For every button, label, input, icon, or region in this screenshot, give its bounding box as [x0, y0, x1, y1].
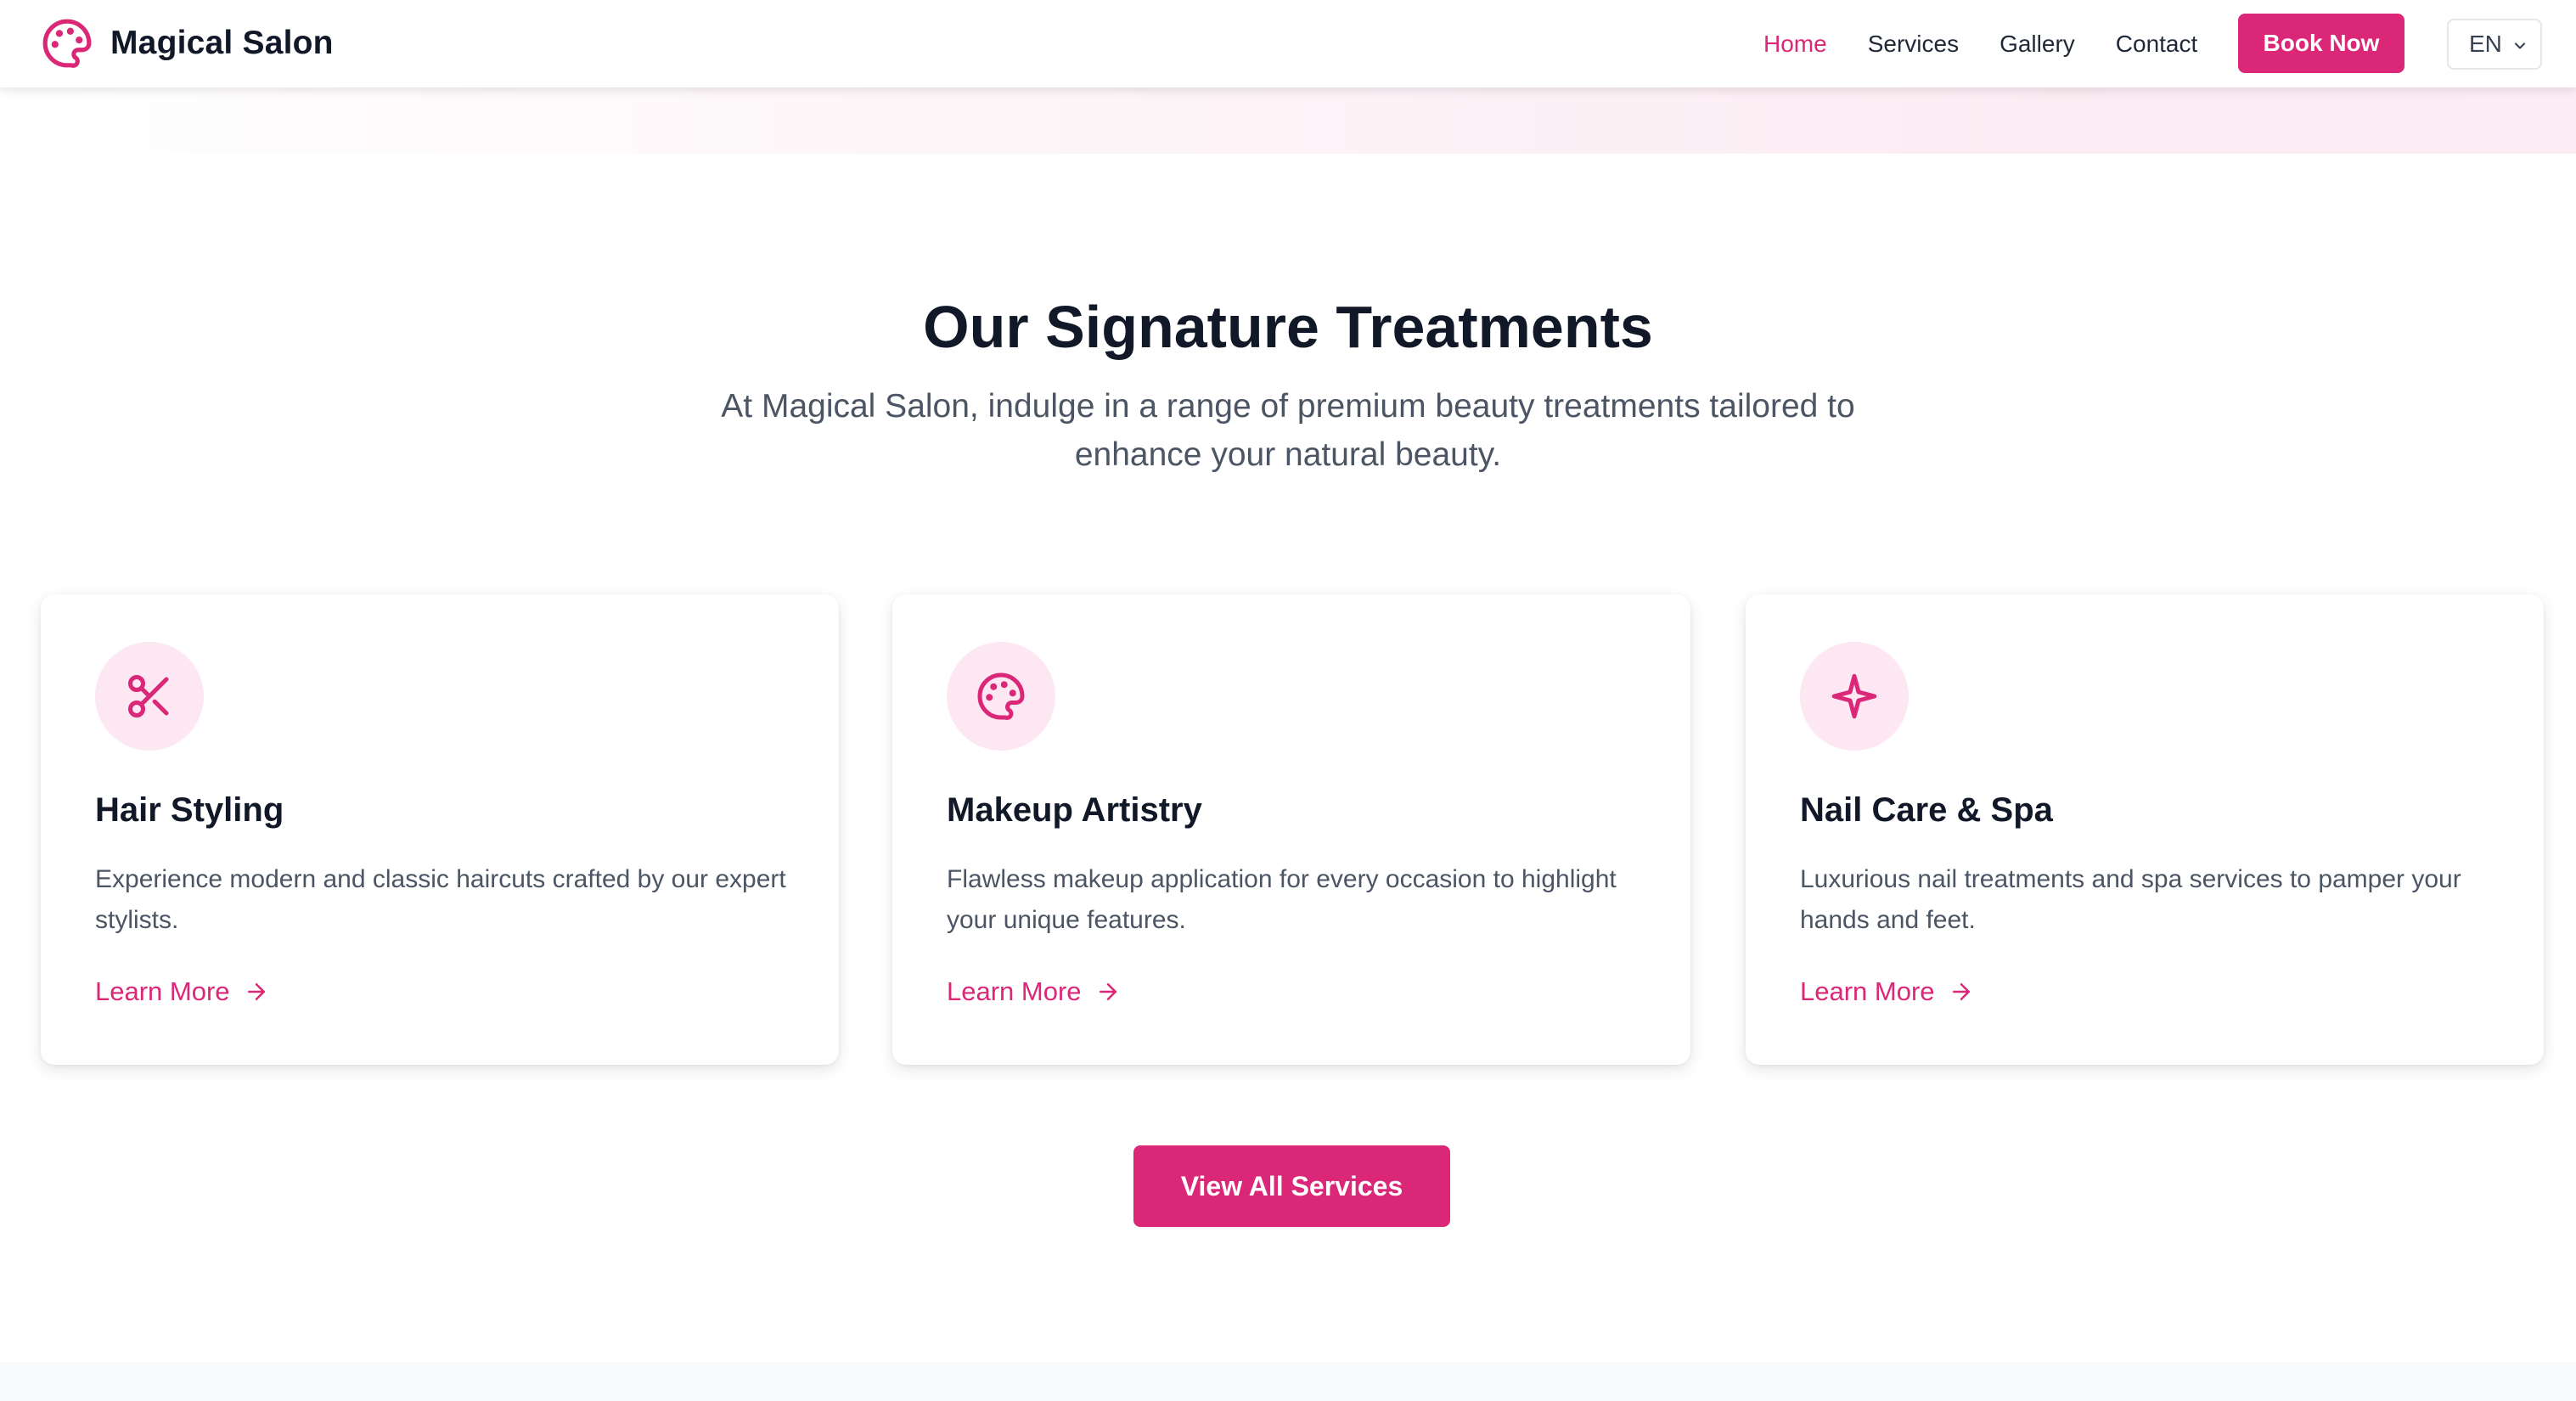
service-card-nail-care-spa: Nail Care & Spa Luxurious nail treatment…: [1746, 594, 2544, 1065]
chevron-down-icon: [2514, 42, 2526, 49]
site-header: Magical Salon Home Services Gallery Cont…: [0, 0, 2576, 87]
next-section-edge: [0, 1362, 2576, 1401]
palette-icon: [977, 672, 1025, 720]
arrow-right-icon: [1099, 983, 1116, 1000]
book-now-button[interactable]: Book Now: [2238, 14, 2404, 73]
service-card-makeup-artistry: Makeup Artistry Flawless makeup applicat…: [892, 594, 1690, 1065]
nav-link-gallery[interactable]: Gallery: [1999, 31, 2075, 58]
nav-link-home[interactable]: Home: [1763, 31, 1827, 58]
service-icon-badge: [1800, 642, 1909, 751]
language-select[interactable]: EN: [2447, 19, 2542, 70]
service-icon-badge: [95, 642, 204, 751]
logo[interactable]: Magical Salon: [41, 17, 334, 70]
learn-more-label: Learn More: [947, 976, 1082, 1006]
learn-more-link[interactable]: Learn More: [1800, 973, 1974, 1010]
service-icon-badge: [947, 642, 1055, 751]
view-all-services-button[interactable]: View All Services: [1133, 1145, 1450, 1227]
service-title: Hair Styling: [95, 791, 284, 829]
nav-link-contact[interactable]: Contact: [2116, 31, 2198, 58]
hero-gradient-strip: [0, 87, 2576, 154]
service-card-hair-styling: Hair Styling Experience modern and class…: [41, 594, 839, 1065]
scissors-icon: [128, 675, 169, 717]
section-title: Our Signature Treatments: [923, 294, 1653, 360]
service-title: Makeup Artistry: [947, 791, 1202, 829]
language-value: EN: [2469, 31, 2502, 57]
main-nav: Home Services Gallery Contact: [1763, 0, 2197, 87]
arrow-right-icon: [247, 983, 265, 1000]
page: Magical Salon Home Services Gallery Cont…: [0, 0, 2576, 1401]
brand-name: Magical Salon: [110, 25, 334, 61]
learn-more-link[interactable]: Learn More: [947, 973, 1121, 1010]
section-subtitle: At Magical Salon, indulge in a range of …: [721, 388, 1855, 473]
service-description: Flawless makeup application for every oc…: [947, 865, 1617, 934]
service-description: Luxurious nail treatments and spa servic…: [1800, 865, 2461, 934]
service-title: Nail Care & Spa: [1800, 791, 2053, 829]
service-description: Experience modern and classic haircuts c…: [95, 865, 786, 934]
palette-icon: [42, 19, 92, 68]
sparkle-icon: [1831, 673, 1877, 719]
learn-more-label: Learn More: [1800, 976, 1935, 1006]
nav-link-services[interactable]: Services: [1868, 31, 1959, 58]
arrow-right-icon: [1952, 983, 1970, 1000]
learn-more-label: Learn More: [95, 976, 230, 1006]
learn-more-link[interactable]: Learn More: [95, 973, 269, 1010]
